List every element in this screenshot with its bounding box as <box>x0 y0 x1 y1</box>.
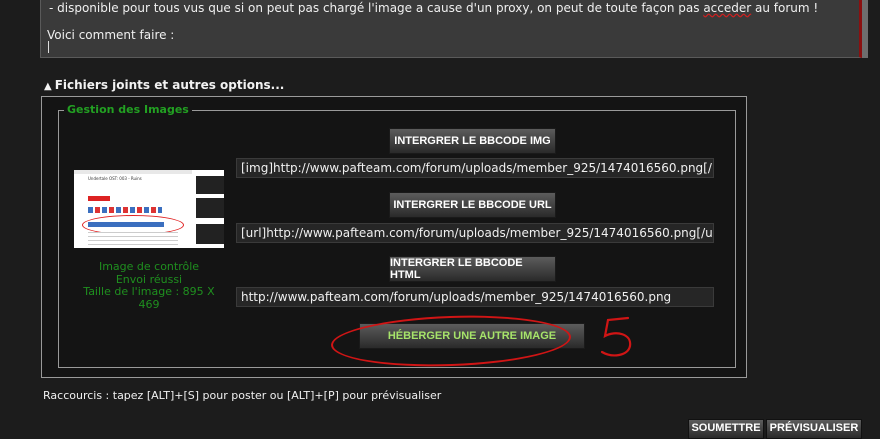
thumbnail-title: Undertale OST: 003 - Ruins <box>88 176 142 181</box>
insert-img-bbcode-button[interactable]: INTERGRER LE BBCODE IMG <box>389 128 556 154</box>
attachments-options-title: Fichiers joints et autres options... <box>54 78 285 92</box>
text-caret <box>48 41 49 53</box>
url-bbcode-field[interactable]: [url]http://www.pafteam.com/forum/upload… <box>236 223 714 243</box>
editor-scrollbar[interactable] <box>862 0 868 58</box>
editor-line-1: - disponible pour tous vus que si on peu… <box>49 1 819 15</box>
insert-html-bbcode-button[interactable]: INTERGRER LE BBCODE HTML <box>389 256 556 282</box>
annotation-number-five <box>600 316 632 357</box>
misspelled-word: acceder <box>703 1 752 15</box>
uploaded-image-thumbnail: Undertale OST: 003 - Ruins <box>74 170 224 248</box>
keyboard-shortcuts-hint: Raccourcis : tapez [ALT]+[S] pour poster… <box>43 389 442 402</box>
editor-line-2: Voici comment faire : <box>47 28 175 42</box>
img-bbcode-field[interactable]: [img]http://www.pafteam.com/forum/upload… <box>236 158 714 178</box>
triangle-up-icon: ▲ <box>44 81 52 92</box>
control-image-label: Image de contrôle <box>98 260 200 273</box>
preview-button[interactable]: PRÉVISUALISER <box>766 419 862 439</box>
image-manager-legend: Gestion des Images <box>64 103 192 116</box>
html-link-field[interactable]: http://www.pafteam.com/forum/uploads/mem… <box>236 287 714 307</box>
submit-button[interactable]: SOUMETTRE <box>688 419 764 439</box>
upload-info: Image de contrôle Envoi réussi Taille de… <box>74 260 224 311</box>
image-size: Taille de l'image : 895 X 469 <box>83 285 215 311</box>
message-textarea[interactable]: - disponible pour tous vus que si on peu… <box>40 0 862 58</box>
insert-url-bbcode-button[interactable]: INTERGRER LE BBCODE URL <box>389 192 556 218</box>
attachments-options-toggle[interactable]: ▲ Fichiers joints et autres options... <box>44 78 284 92</box>
